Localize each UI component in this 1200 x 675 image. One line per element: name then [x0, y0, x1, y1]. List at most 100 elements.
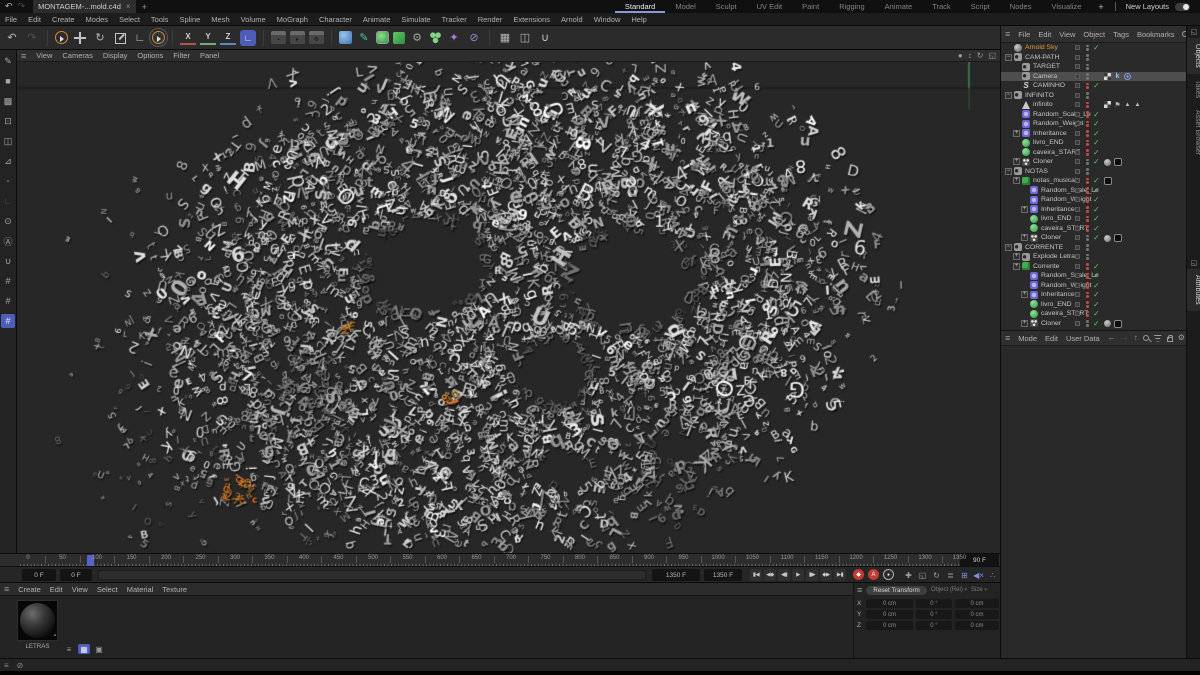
3d-viewport-canvas[interactable] — [17, 62, 1000, 553]
object-row[interactable]: Random_Scale_Letras✓ — [1001, 186, 1187, 196]
axis-mode-icon[interactable]: ∟ — [1, 194, 15, 208]
tri-tag-icon[interactable]: ▲ — [1134, 101, 1141, 108]
object-name[interactable]: Inheritance — [1041, 206, 1075, 213]
visibility-dot[interactable] — [1086, 305, 1089, 308]
object-name[interactable]: Explode Letras — [1033, 253, 1078, 260]
prev-key-button[interactable]: ◀◆ — [764, 569, 776, 581]
layer-checkbox[interactable] — [1075, 55, 1080, 60]
object-name[interactable]: Random_Weight — [1041, 196, 1092, 203]
layer-checkbox[interactable] — [1075, 207, 1080, 212]
range-start-field[interactable]: 0 F — [22, 569, 56, 581]
autokey-button[interactable]: A — [868, 569, 879, 580]
coord-system-button[interactable]: ∟ — [240, 30, 256, 46]
menu-tracker[interactable]: Tracker — [442, 15, 467, 24]
workplane-snap-icon[interactable]: # — [1, 314, 15, 328]
range-end-value[interactable]: 1350 F — [704, 569, 742, 581]
object-name[interactable]: Cloner — [1041, 320, 1061, 327]
layout-tab-rigging[interactable]: Rigging — [829, 0, 874, 13]
enabled-check-icon[interactable]: ✓ — [1093, 138, 1100, 147]
keyframe-selection-button[interactable]: ● — [883, 569, 894, 580]
volume-builder-button[interactable] — [393, 32, 405, 44]
gsphere-tag-icon[interactable] — [1104, 320, 1111, 327]
visibility-dot[interactable] — [1086, 83, 1089, 86]
layer-checkbox[interactable] — [1075, 45, 1080, 50]
viewport-menu-view[interactable]: View — [36, 51, 52, 60]
viewport-menu-display[interactable]: Display — [103, 51, 128, 60]
visibility-dots[interactable] — [1086, 149, 1089, 156]
rotation-field-y[interactable]: 0 ° — [916, 610, 952, 619]
om-menu-file[interactable]: File — [1018, 30, 1030, 39]
tree-expander-icon[interactable]: + — [1021, 291, 1028, 298]
tree-expander-icon[interactable]: − — [1005, 54, 1012, 61]
tree-expander-icon[interactable]: + — [1013, 253, 1020, 260]
visibility-dot[interactable] — [1086, 58, 1089, 61]
undo-icon[interactable]: ↶ — [5, 2, 13, 11]
document-tab[interactable]: MONTAGEM-...mold.c4d × — [33, 0, 135, 13]
workplane-button[interactable]: ◫ — [517, 30, 533, 46]
visibility-dots[interactable] — [1086, 197, 1089, 204]
object-name[interactable]: CORRENTE — [1025, 244, 1063, 251]
visibility-dot[interactable] — [1086, 235, 1089, 238]
visibility-dots[interactable] — [1086, 73, 1089, 80]
layer-checkbox[interactable] — [1075, 112, 1080, 117]
visibility-dots[interactable] — [1086, 273, 1089, 280]
new-layouts-button[interactable]: New Layouts — [1120, 2, 1175, 11]
layout-tab-sculpt[interactable]: Sculpt — [706, 0, 747, 13]
tree-expander-icon[interactable]: − — [1005, 244, 1012, 251]
tree-expander-icon[interactable]: + — [1021, 320, 1028, 327]
layout-tab-track[interactable]: Track — [922, 0, 960, 13]
make-editable-icon[interactable]: ✎ — [1, 54, 15, 68]
play-sound-toggle[interactable]: ◀× — [973, 569, 984, 581]
y-axis-button[interactable]: Y — [200, 31, 216, 45]
object-row[interactable]: SCAMINHO✓ — [1001, 81, 1187, 91]
tree-expander-icon[interactable]: + — [1013, 263, 1020, 270]
checker-tag-icon[interactable] — [1104, 73, 1111, 80]
tri-tag-icon[interactable]: ▲ — [1124, 101, 1131, 108]
record-parameter-toggle[interactable]: ≣ — [945, 569, 956, 581]
object-row[interactable]: − CORRENTE — [1001, 243, 1187, 253]
layout-tab-script[interactable]: Script — [961, 0, 1000, 13]
visibility-dots[interactable] — [1086, 83, 1089, 90]
enabled-check-icon[interactable]: ✓ — [1093, 262, 1100, 271]
quantize-icon[interactable]: # — [1, 274, 15, 288]
visibility-dot[interactable] — [1086, 273, 1089, 276]
visibility-dot[interactable] — [1086, 200, 1089, 203]
object-row[interactable]: infinito⚑▲▲ — [1001, 100, 1187, 110]
big-view-icon[interactable]: ▣ — [93, 644, 105, 654]
layer-checkbox[interactable] — [1075, 64, 1080, 69]
visibility-dot[interactable] — [1086, 140, 1089, 143]
viewport-menu-options[interactable]: Options — [137, 51, 163, 60]
position-field-x[interactable]: 0 cm — [866, 599, 913, 608]
coord-size-select[interactable]: Size ▾ — [971, 587, 987, 593]
visibility-dots[interactable] — [1086, 140, 1089, 147]
next-key-button[interactable]: ◆▶ — [820, 569, 832, 581]
close-tab-icon[interactable]: × — [126, 2, 131, 11]
menu-arnold[interactable]: Arnold — [561, 15, 583, 24]
visibility-dot[interactable] — [1086, 86, 1089, 89]
enabled-check-icon[interactable]: ✓ — [1093, 43, 1100, 52]
material-menu-select[interactable]: Select — [97, 585, 118, 594]
tree-expander-icon[interactable]: − — [1005, 92, 1012, 99]
visibility-dot[interactable] — [1086, 105, 1089, 108]
menu-edit[interactable]: Edit — [28, 15, 41, 24]
position-field-y[interactable]: 0 cm — [866, 610, 913, 619]
layout-tab-nodes[interactable]: Nodes — [1000, 0, 1042, 13]
zoom-view-icon[interactable]: ↕ — [968, 51, 972, 60]
enabled-check-icon[interactable]: ✓ — [1093, 148, 1100, 157]
object-name[interactable]: Inheritance — [1041, 291, 1075, 298]
layer-checkbox[interactable] — [1075, 216, 1080, 221]
checker-tag-icon[interactable] — [1104, 101, 1111, 108]
visibility-dot[interactable] — [1086, 229, 1089, 232]
size-field-y[interactable]: 0 cm — [955, 610, 999, 619]
visibility-dots[interactable] — [1086, 45, 1089, 52]
attr-menu-mode[interactable]: Mode — [1018, 334, 1037, 343]
material-menu-material[interactable]: Material — [127, 585, 154, 594]
material-menu-view[interactable]: View — [72, 585, 88, 594]
visibility-dot[interactable] — [1086, 172, 1089, 175]
layer-checkbox[interactable] — [1075, 264, 1080, 269]
material-menu-icon[interactable]: ≡ — [4, 584, 9, 594]
redo-icon[interactable]: ↷ — [24, 30, 40, 46]
visibility-dot[interactable] — [1086, 254, 1089, 257]
enabled-check-icon[interactable]: ✓ — [1093, 195, 1100, 204]
blackbox-tag-icon[interactable] — [1114, 234, 1122, 242]
